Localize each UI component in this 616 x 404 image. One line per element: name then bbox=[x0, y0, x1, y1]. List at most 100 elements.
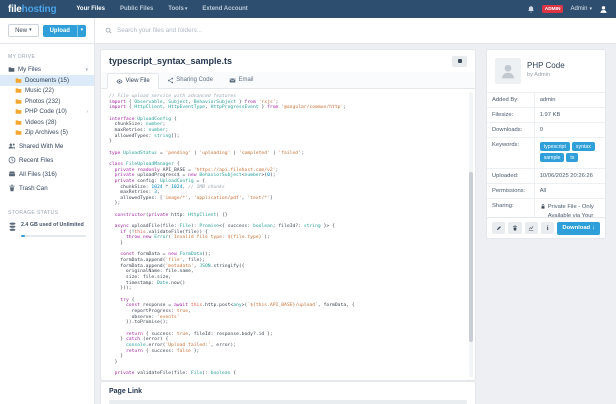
main-content: typescript_syntax_sample.ts View File Sh… bbox=[95, 44, 616, 404]
row-keywords: Keywords: typescriptsyntaxsamplets bbox=[487, 138, 605, 169]
folder-icon bbox=[15, 87, 22, 94]
row-added-by: Added By: admin bbox=[487, 93, 605, 108]
delete-button[interactable] bbox=[508, 222, 521, 234]
tab-label: Email bbox=[238, 77, 253, 83]
file-header: typescript_syntax_sample.ts bbox=[101, 50, 475, 72]
scrollbar-thumb[interactable] bbox=[469, 172, 473, 342]
file-options-button[interactable] bbox=[452, 56, 467, 67]
sidebar-item-label: Videos (28) bbox=[25, 119, 94, 126]
category-profile: PHP Code by Admin bbox=[487, 58, 605, 92]
sidebar-item-documents[interactable]: Documents (15) bbox=[0, 75, 94, 86]
nav-your-files[interactable]: Your Files bbox=[76, 6, 105, 12]
edit-button[interactable] bbox=[492, 222, 505, 234]
tab-sharing-code[interactable]: Sharing Code bbox=[159, 72, 221, 88]
download-label: Download bbox=[562, 225, 590, 231]
sidebar-item-music[interactable]: Music (22) bbox=[0, 86, 94, 97]
storage-status-label: STORAGE STATUS bbox=[8, 210, 94, 216]
main-nav: Your Files Public Files Tools▾ Extend Ac… bbox=[76, 6, 247, 12]
download-arrow-icon: ↓ bbox=[592, 225, 595, 231]
sidebar-item-videos[interactable]: Videos (28) bbox=[0, 117, 94, 128]
envelope-icon bbox=[229, 77, 236, 84]
tab-label: Sharing Code bbox=[176, 77, 213, 83]
file-details-table: Added By: admin Filesize: 1.97 KB Downlo… bbox=[487, 92, 605, 233]
caret-down-icon: ▾ bbox=[185, 7, 188, 12]
code-preview: // File upload service with advanced fea… bbox=[101, 89, 475, 380]
sidebar-item-label: Photos (232) bbox=[25, 98, 94, 105]
brand-part-2: hosting bbox=[22, 4, 57, 15]
sidebar-item-my-files[interactable]: My Files ▾ bbox=[0, 64, 94, 75]
info-button[interactable]: i bbox=[541, 222, 554, 234]
storage-usage-text: 2.4 GB used of Unlimited bbox=[21, 222, 84, 229]
upload-split-button[interactable]: Upload▾ bbox=[43, 25, 86, 37]
keyword-badge[interactable]: sample bbox=[540, 153, 565, 162]
nav-extend-account[interactable]: Extend Account bbox=[202, 6, 247, 12]
lock-icon bbox=[540, 203, 546, 210]
page-link-input[interactable] bbox=[109, 400, 467, 404]
nav-tools[interactable]: Tools▾ bbox=[168, 6, 187, 12]
people-icon bbox=[8, 142, 16, 150]
brand-logo[interactable]: filehosting bbox=[8, 4, 56, 15]
sidebar-item-zip-archives[interactable]: Zip Archives (5) bbox=[0, 128, 94, 139]
category-name: PHP Code bbox=[527, 61, 565, 70]
new-button[interactable]: New▾ bbox=[8, 24, 39, 37]
file-tabs: View File Sharing Code Email bbox=[101, 72, 475, 89]
row-label: Downloads: bbox=[487, 123, 534, 138]
drive-icon bbox=[8, 170, 16, 178]
search-input[interactable] bbox=[117, 27, 616, 34]
code-block: // File upload service with advanced fea… bbox=[109, 94, 465, 377]
top-navbar: filehosting Your Files Public Files Tool… bbox=[0, 0, 616, 18]
sidebar-item-photos[interactable]: Photos (232) bbox=[0, 96, 94, 107]
page-link-card: Page Link bbox=[100, 381, 476, 404]
row-label: Permissions: bbox=[487, 184, 534, 199]
row-value: 0 bbox=[534, 123, 605, 138]
storage-status: STORAGE STATUS 2.4 GB used of Unlimited bbox=[0, 210, 94, 237]
sidebar-item-label: Documents (15) bbox=[25, 77, 94, 84]
folder-icon bbox=[15, 119, 22, 126]
info-icon: i bbox=[547, 225, 549, 232]
sidebar-item-php-code[interactable]: PHP Code (10) › bbox=[0, 107, 94, 118]
row-value: All bbox=[534, 184, 605, 199]
row-label: Uploaded: bbox=[487, 169, 534, 184]
chart-icon bbox=[528, 225, 534, 231]
stats-button[interactable] bbox=[525, 222, 538, 234]
trash-icon bbox=[512, 225, 518, 231]
folder-icon bbox=[15, 77, 22, 84]
folder-icon bbox=[8, 66, 15, 73]
sidebar-item-trash-can[interactable]: Trash Can bbox=[0, 182, 94, 194]
keyword-badge[interactable]: syntax bbox=[572, 142, 595, 151]
bell-icon[interactable] bbox=[527, 5, 535, 14]
sidebar-item-label: Recent Files bbox=[19, 157, 94, 164]
sidebar-item-all-files[interactable]: All Files (316) bbox=[0, 168, 94, 180]
row-permissions: Permissions: All bbox=[487, 184, 605, 199]
sidebar-item-recent-files[interactable]: Recent Files bbox=[0, 154, 94, 166]
row-value: 10/06/2025 20:26:26 bbox=[534, 169, 605, 184]
search-bar bbox=[95, 18, 616, 44]
sidebar-item-label: Zip Archives (5) bbox=[25, 129, 94, 136]
nav-public-files[interactable]: Public Files bbox=[120, 6, 153, 12]
user-dropdown[interactable]: Admin▾ bbox=[570, 6, 592, 12]
row-label: Added By: bbox=[487, 93, 534, 108]
row-filesize: Filesize: 1.97 KB bbox=[487, 108, 605, 123]
options-glyph-icon bbox=[458, 59, 462, 63]
sidebar-item-shared-with-me[interactable]: Shared With Me bbox=[0, 140, 94, 152]
category-byline: by Admin bbox=[527, 72, 565, 78]
folder-icon bbox=[15, 108, 22, 115]
tab-email[interactable]: Email bbox=[221, 72, 262, 88]
folder-icon bbox=[15, 129, 22, 136]
sidebar: MY DRIVE My Files ▾ Documents (15) Music… bbox=[0, 44, 95, 404]
keyword-badge[interactable]: typescript bbox=[540, 142, 570, 151]
admin-role-badge: ADMIN bbox=[542, 5, 564, 13]
upload-dropdown-toggle[interactable]: ▾ bbox=[77, 25, 86, 37]
download-button[interactable]: Download↓ bbox=[557, 222, 600, 235]
caret-down-icon: ▾ bbox=[29, 28, 32, 33]
keyword-badge[interactable]: ts bbox=[566, 153, 578, 162]
sidebar-item-label: PHP Code (10) bbox=[25, 108, 83, 115]
user-avatar-icon[interactable] bbox=[599, 5, 608, 14]
app-window: filehosting Your Files Public Files Tool… bbox=[0, 0, 616, 404]
search-icon bbox=[105, 27, 112, 34]
person-icon bbox=[499, 62, 517, 80]
tab-view-file[interactable]: View File bbox=[107, 73, 159, 89]
chevron-down-icon: ▾ bbox=[85, 67, 88, 73]
file-title: typescript_syntax_sample.ts bbox=[109, 56, 452, 66]
code-scrollbar[interactable] bbox=[469, 92, 473, 377]
